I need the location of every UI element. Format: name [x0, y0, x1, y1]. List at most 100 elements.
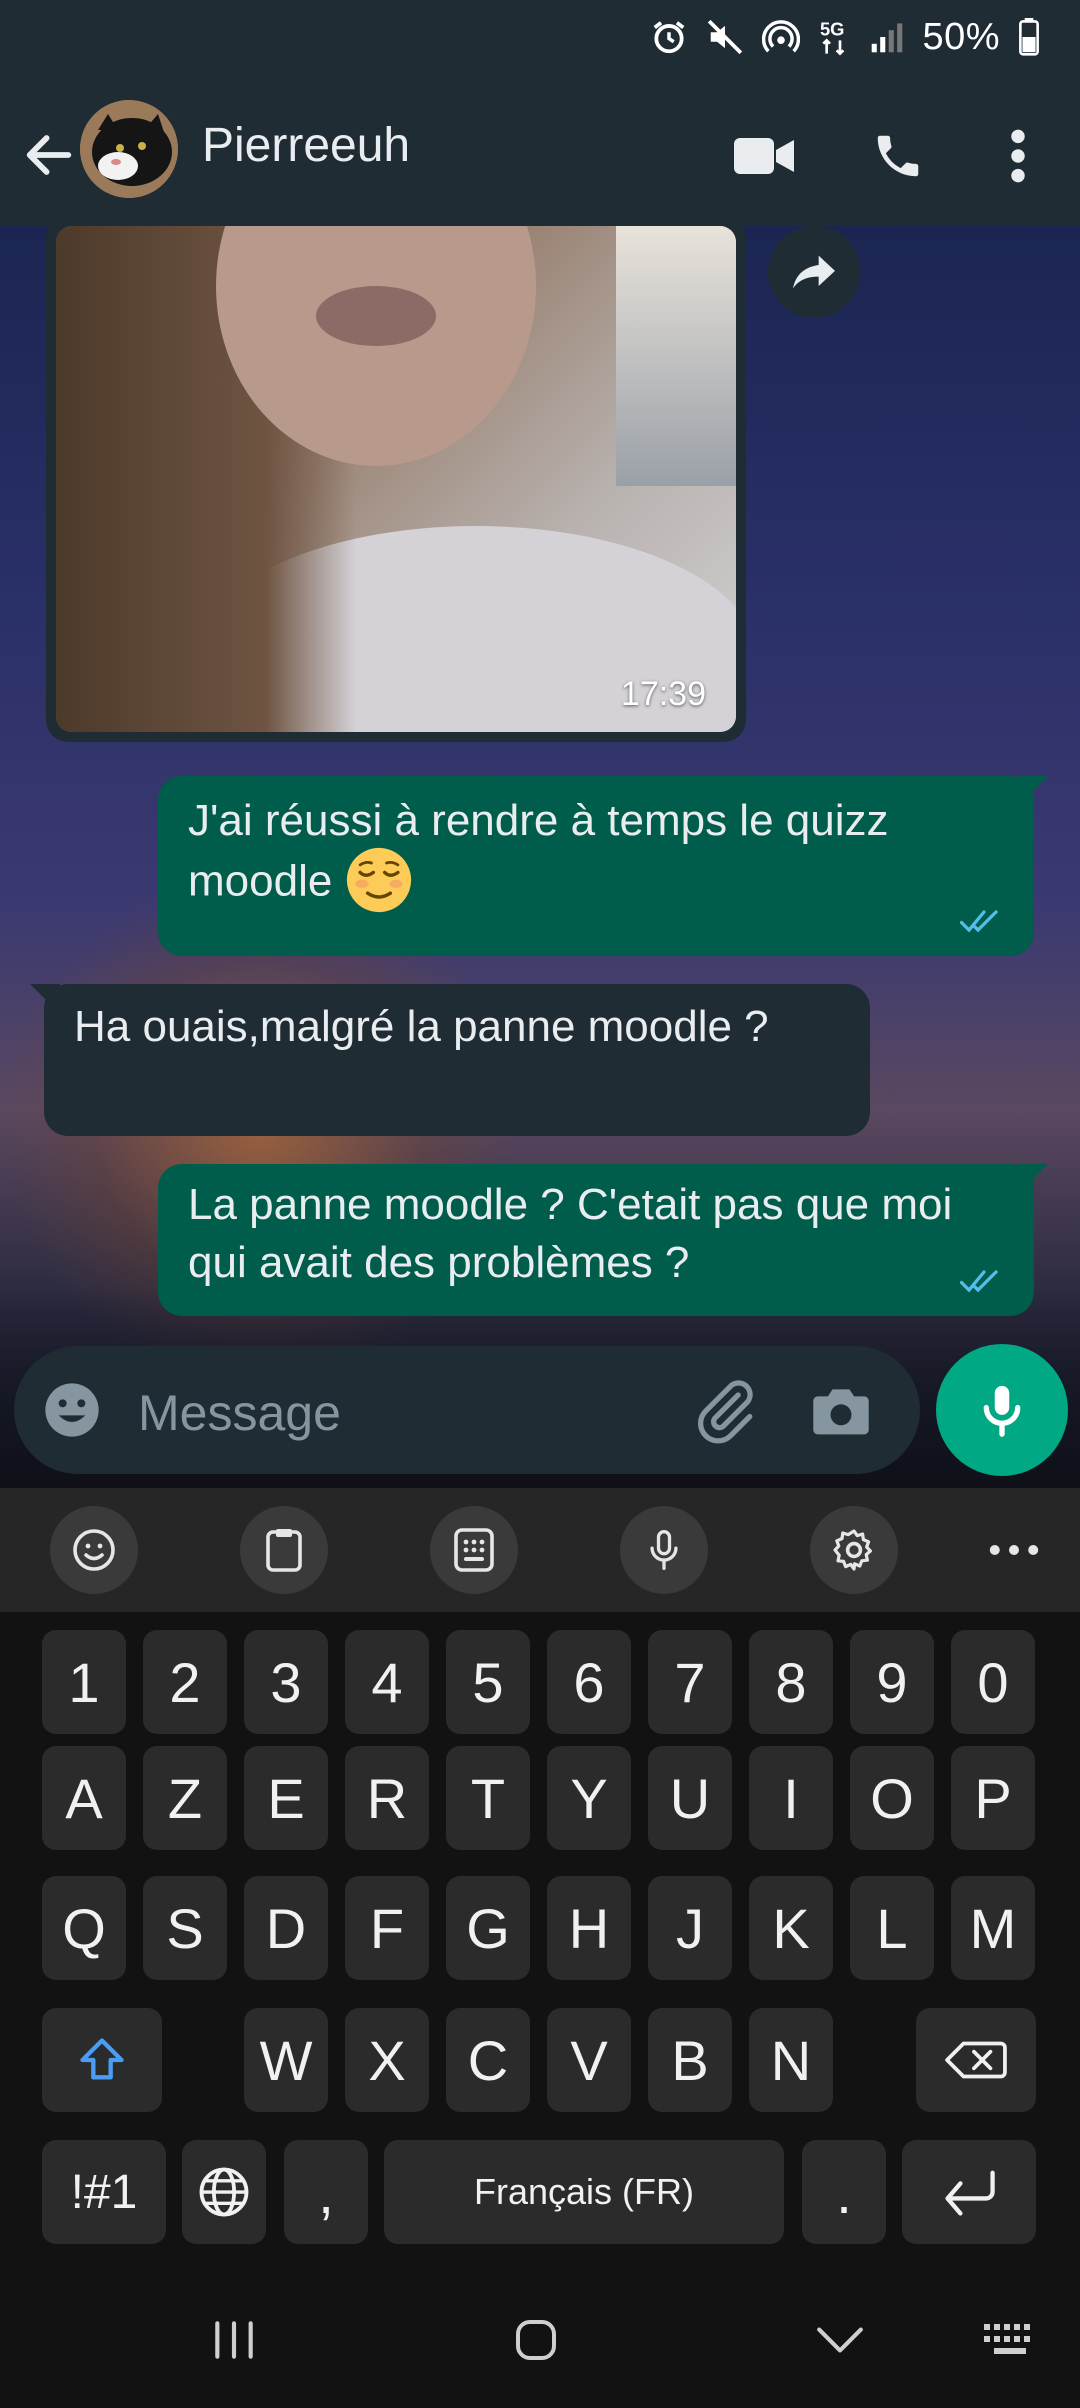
key-3[interactable]: 3 [244, 1630, 328, 1734]
mic-icon [650, 1530, 678, 1570]
contact-name[interactable]: Pierreeuh [202, 118, 410, 173]
status-icons: 5G 50% [650, 14, 1040, 60]
photo-window [616, 226, 736, 486]
key-h[interactable]: H [547, 1876, 631, 1980]
kb-more-button[interactable] [970, 1506, 1058, 1594]
key-y[interactable]: Y [547, 1746, 631, 1850]
keyboard-switch-button[interactable] [970, 2310, 1050, 2370]
kb-voice-button[interactable] [620, 1506, 708, 1594]
emoji-button[interactable] [40, 1378, 104, 1442]
key-1[interactable]: 1 [42, 1630, 126, 1734]
avatar[interactable] [80, 100, 178, 198]
key-7[interactable]: 7 [648, 1630, 732, 1734]
voice-call-button[interactable] [866, 124, 930, 188]
key-8[interactable]: 8 [749, 1630, 833, 1734]
photo-image[interactable]: 17:39 [56, 226, 736, 732]
key-4[interactable]: 4 [345, 1630, 429, 1734]
5g-icon: 5G [820, 18, 845, 56]
kb-settings-button[interactable] [810, 1506, 898, 1594]
keypad-icon [454, 1528, 494, 1572]
key-period[interactable]: . [802, 2140, 886, 2244]
key-q[interactable]: Q [42, 1876, 126, 1980]
shift-key[interactable] [42, 2008, 162, 2112]
relieved-face-emoji [346, 847, 411, 913]
key-r[interactable]: R [345, 1746, 429, 1850]
home-button[interactable] [496, 2310, 576, 2370]
signal-icon [872, 23, 903, 53]
enter-key[interactable] [902, 2140, 1036, 2244]
kb-keypad-button[interactable] [430, 1506, 518, 1594]
enter-icon [945, 2170, 995, 2216]
photo-mouth [316, 286, 436, 346]
message-input[interactable]: Message [138, 1384, 341, 1442]
voice-message-button[interactable] [936, 1344, 1068, 1476]
outgoing-message[interactable]: La panne moodle ? C'etait pas que moi qu… [158, 1164, 1048, 1316]
key-i[interactable]: I [749, 1746, 833, 1850]
settings-icon [833, 1529, 872, 1571]
incoming-message[interactable]: Ha ouais,malgré la panne moodle ? [30, 984, 870, 1136]
key-u[interactable]: U [648, 1746, 732, 1850]
key-0[interactable]: 0 [951, 1630, 1035, 1734]
key-s[interactable]: S [143, 1876, 227, 1980]
language-key[interactable] [182, 2140, 266, 2244]
back-button[interactable] [20, 126, 78, 184]
photo-message[interactable]: 17:39 [46, 226, 746, 742]
symbols-key[interactable]: !#1 [42, 2140, 166, 2244]
key-m[interactable]: M [951, 1876, 1035, 1980]
key-x[interactable]: X [345, 2008, 429, 2112]
backspace-icon [945, 2041, 1007, 2079]
key-o[interactable]: O [850, 1746, 934, 1850]
key-t[interactable]: T [446, 1746, 530, 1850]
key-comma[interactable]: , [284, 2140, 368, 2244]
key-9[interactable]: 9 [850, 1630, 934, 1734]
key-5[interactable]: 5 [446, 1630, 530, 1734]
key-a[interactable]: A [42, 1746, 126, 1850]
key-v[interactable]: V [547, 2008, 631, 2112]
key-z[interactable]: Z [143, 1746, 227, 1850]
microphone-icon [983, 1385, 1021, 1437]
camera-button[interactable] [806, 1376, 876, 1446]
message-time: 17:39 [620, 675, 706, 713]
key-f[interactable]: F [345, 1876, 429, 1980]
message-composer[interactable]: Message [14, 1346, 920, 1474]
key-l[interactable]: L [850, 1876, 934, 1980]
status-bar: 5G 50% [0, 0, 1080, 84]
more-options-icon [1011, 129, 1025, 183]
chevron-down-icon [817, 2327, 863, 2353]
bubble-tail [1018, 776, 1048, 806]
attach-icon [698, 1380, 753, 1444]
key-p[interactable]: P [951, 1746, 1035, 1850]
emoji-icon [73, 1529, 115, 1571]
key-g[interactable]: G [446, 1876, 530, 1980]
key-d[interactable]: D [244, 1876, 328, 1980]
key-e[interactable]: E [244, 1746, 328, 1850]
forward-button[interactable] [768, 226, 860, 318]
outgoing-message[interactable]: J'ai réussi à rendre à temps le quizz mo… [158, 776, 1048, 956]
key-j[interactable]: J [648, 1876, 732, 1980]
video-call-icon [734, 138, 794, 174]
key-b[interactable]: B [648, 2008, 732, 2112]
key-6[interactable]: 6 [547, 1630, 631, 1734]
hide-keyboard-button[interactable] [800, 2310, 880, 2370]
backspace-key[interactable] [916, 2008, 1036, 2112]
video-call-button[interactable] [732, 124, 796, 188]
camera-icon [813, 1389, 869, 1435]
clipboard-icon [266, 1529, 302, 1572]
system-nav-bar [0, 2270, 1080, 2408]
space-key[interactable]: Français (FR) [384, 2140, 784, 2244]
kb-emoji-button[interactable] [50, 1506, 138, 1594]
key-2[interactable]: 2 [143, 1630, 227, 1734]
attach-button[interactable] [690, 1376, 760, 1446]
more-options-button[interactable] [986, 124, 1050, 188]
battery-icon [1019, 18, 1039, 56]
kb-clipboard-button[interactable] [240, 1506, 328, 1594]
key-c[interactable]: C [446, 2008, 530, 2112]
key-k[interactable]: K [749, 1876, 833, 1980]
recent-apps-icon [215, 2321, 253, 2359]
message-text: Ha ouais,malgré la panne moodle ? [74, 1002, 769, 1051]
chat-area[interactable]: 17:39 J'ai réussi à rendre à temps le qu… [0, 226, 1080, 1488]
recent-apps-button[interactable] [194, 2310, 274, 2370]
key-w[interactable]: W [244, 2008, 328, 2112]
emoji-icon [45, 1383, 99, 1437]
key-n[interactable]: N [749, 2008, 833, 2112]
